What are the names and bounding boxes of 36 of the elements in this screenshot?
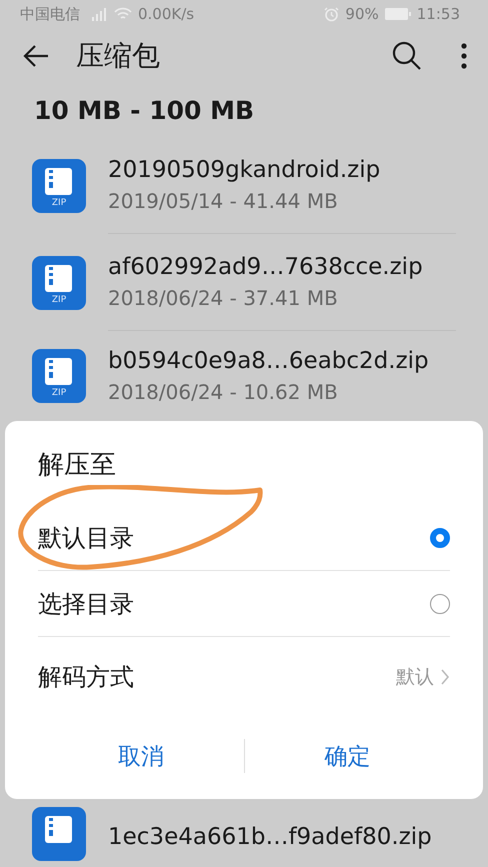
file-row[interactable]: ZIP b0594c0e9a8…6eabc2d.zip 2018/06/24 - 10.62 MB [0, 331, 488, 422]
file-name: 20190509gkandroid.zip [108, 157, 382, 184]
zip-file-icon: ZIP [32, 256, 86, 310]
file-name: b0594c0e9a8…6eabc2d.zip [108, 348, 430, 374]
back-button[interactable] [22, 44, 50, 68]
dialog-button[interactable]: 确定 [244, 731, 450, 782]
destination-option[interactable]: 选择目录 [38, 571, 450, 638]
radio-button[interactable] [430, 594, 450, 614]
chevron-right-icon [440, 668, 450, 686]
file-row[interactable]: ZIP 20190509gkandroid.zip 2019/05/14 - 41.44 MB [0, 137, 488, 234]
destination-option[interactable]: 默认目录 [38, 505, 450, 572]
battery-percent: 90% [345, 5, 379, 24]
file-row[interactable]: ZIP af602992ad9…7638cce.zip 2018/06/24 - 37.41 MB [0, 234, 488, 332]
zip-file-icon: ZIP [32, 158, 86, 213]
file-details: 2018/06/24 - 37.41 MB [108, 286, 339, 310]
file-details: 2018/06/24 - 10.62 MB [108, 380, 339, 404]
radio-button[interactable] [430, 528, 450, 548]
file-name: 1ec3e4a661b…f9adef80.zip [108, 824, 433, 850]
search-button[interactable] [392, 40, 422, 71]
file-row[interactable]: 1ec3e4a661b…f9adef80.zip [0, 799, 488, 867]
more-menu-button[interactable] [460, 42, 468, 69]
size-group-header: 10 MB - 100 MB [33, 94, 256, 127]
zip-file-icon: ZIP [32, 349, 86, 404]
clock-time: 11:53 [416, 5, 460, 24]
wifi-icon [114, 7, 132, 22]
file-details: 2019/05/14 - 41.44 MB [108, 189, 339, 214]
file-name: af602992ad9…7638cce.zip [108, 254, 424, 280]
carrier-name: 中国电信 [20, 4, 80, 24]
page-title: 压缩包 [76, 38, 161, 74]
network-speed: 0.00K/s [138, 5, 194, 24]
dialog-button[interactable]: 取消 [38, 731, 244, 782]
battery-icon [384, 8, 411, 20]
decode-option[interactable]: 解码方式 默认 [38, 637, 450, 718]
zip-file-icon [32, 807, 86, 862]
dialog-title: 解压至 [38, 449, 117, 482]
alarm-icon [324, 6, 340, 22]
